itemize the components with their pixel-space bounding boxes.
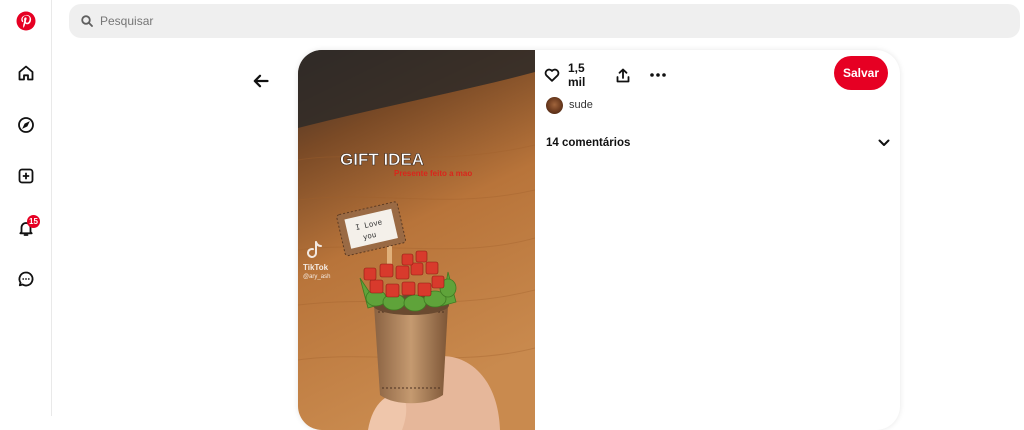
chevron-down-icon[interactable] bbox=[878, 139, 890, 147]
search-bar[interactable] bbox=[69, 4, 1020, 38]
pinterest-logo-icon[interactable] bbox=[14, 9, 38, 33]
watermark-user: @ary_ash bbox=[303, 274, 330, 280]
comments-count: 14 comentários bbox=[546, 137, 631, 149]
heart-icon bbox=[544, 68, 560, 82]
back-button[interactable] bbox=[250, 70, 272, 92]
save-button[interactable]: Salvar bbox=[834, 56, 888, 90]
sidebar: 15 bbox=[0, 0, 52, 416]
pin-image[interactable]: GIFT IDEA Presente feito a mao I Love yo… bbox=[298, 50, 535, 430]
notification-badge: 15 bbox=[27, 215, 40, 228]
reaction-count: 1,5 mil bbox=[568, 61, 586, 89]
avatar[interactable] bbox=[546, 96, 563, 114]
search-input[interactable] bbox=[98, 13, 982, 29]
author-name[interactable]: sude bbox=[569, 99, 593, 111]
watermark-brand: TikTok bbox=[303, 263, 329, 272]
plus-square-icon[interactable] bbox=[14, 164, 38, 188]
arrow-left-icon bbox=[253, 74, 269, 88]
pin-card: GIFT IDEA Presente feito a mao I Love yo… bbox=[298, 50, 900, 430]
more-icon bbox=[650, 73, 666, 77]
comments-header[interactable]: 14 comentários bbox=[546, 134, 890, 152]
chat-icon[interactable] bbox=[14, 267, 38, 291]
share-button[interactable] bbox=[616, 64, 630, 86]
share-icon bbox=[616, 68, 630, 82]
more-options-button[interactable] bbox=[650, 64, 666, 86]
home-icon[interactable] bbox=[14, 61, 38, 85]
pin-overlay-title: GIFT IDEA bbox=[340, 150, 424, 169]
compass-icon[interactable] bbox=[14, 113, 38, 137]
search-icon bbox=[81, 15, 93, 27]
pin-overlay-subtitle: Presente feito a mao bbox=[394, 169, 472, 178]
author[interactable]: sude bbox=[546, 96, 593, 114]
reaction-button[interactable] bbox=[544, 64, 560, 86]
